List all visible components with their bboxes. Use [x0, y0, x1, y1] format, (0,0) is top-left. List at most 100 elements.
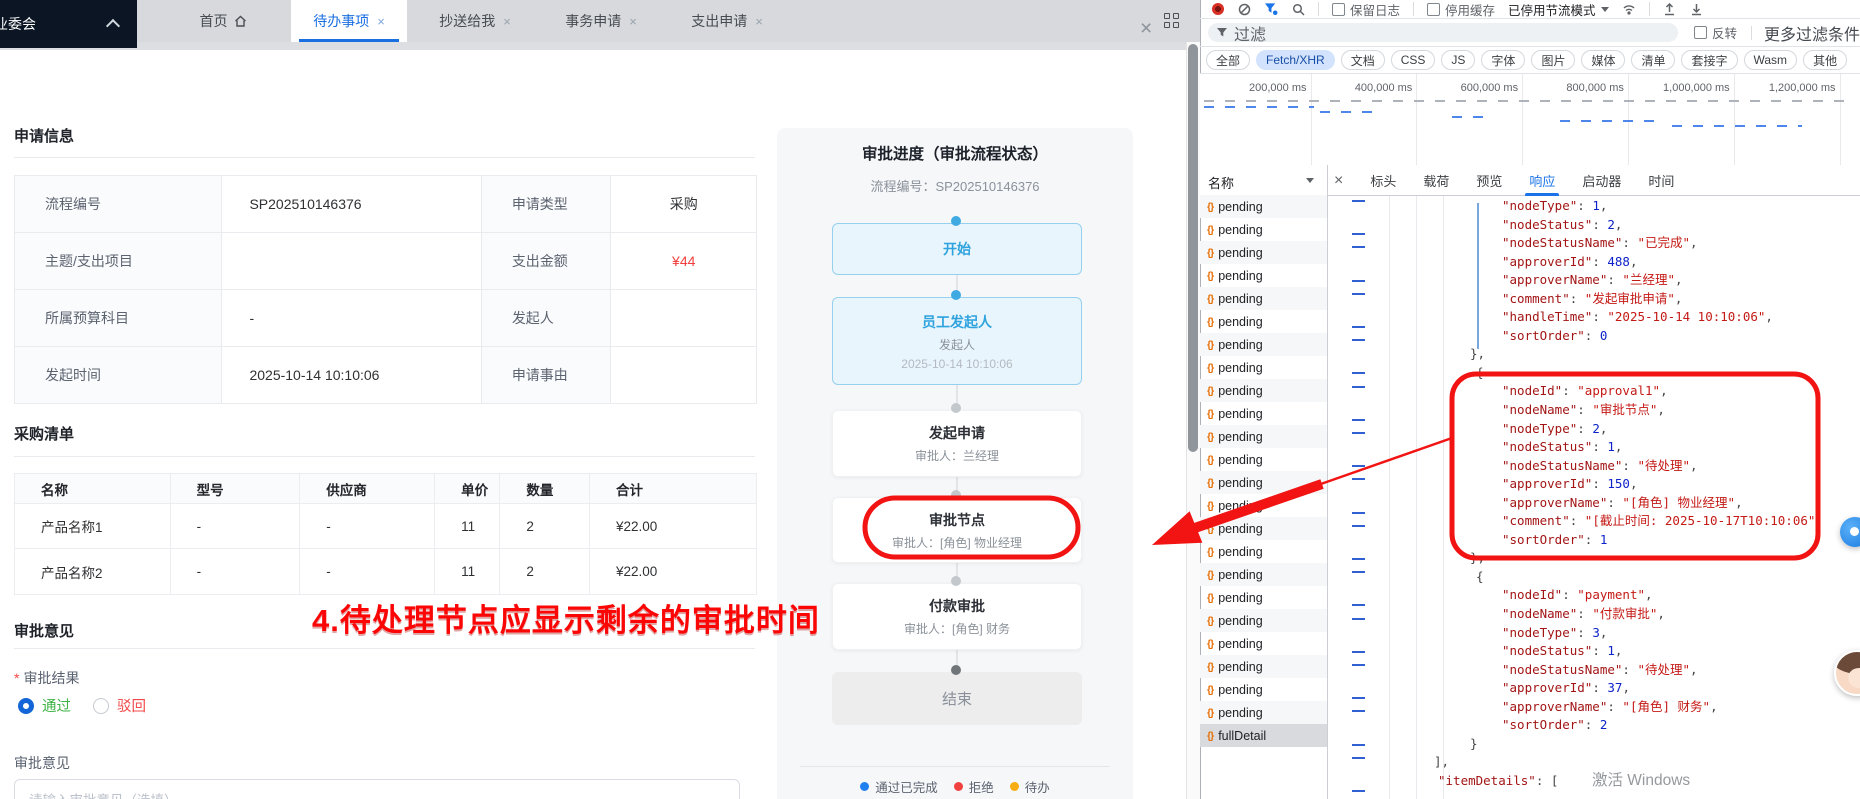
detail-tab-预览[interactable]: 预览: [1476, 165, 1502, 196]
detail-tab-标头[interactable]: 标头: [1370, 165, 1396, 196]
request-name: pending: [1218, 613, 1263, 628]
invert-checkbox[interactable]: 反转: [1693, 23, 1737, 42]
filter-chip-文档[interactable]: 文档: [1340, 50, 1385, 70]
tab-事务申请[interactable]: 事务申请 ×: [543, 0, 659, 42]
request-row-pending[interactable]: {} pending: [1200, 333, 1327, 356]
more-filters-button[interactable]: 更多过滤条件: [1764, 21, 1860, 45]
chevron-down-icon: [1600, 6, 1609, 12]
export-har-icon[interactable]: [1690, 2, 1704, 16]
filter-chip-其他[interactable]: 其他: [1803, 50, 1848, 70]
flow-node-审批节点[interactable]: 审批节点 审批人：[角色] 物业经理: [832, 497, 1082, 563]
tab-close-icon[interactable]: ×: [377, 14, 385, 29]
preserve-log-checkbox[interactable]: 保留日志: [1332, 0, 1400, 18]
comment-textarea[interactable]: 请输入审批意见（选填）: [14, 779, 740, 799]
json-line: "sortOrder": 0: [1502, 327, 1608, 343]
purchase-cell: ¥22.00: [616, 564, 658, 579]
json-line: "approverName": "[角色] 物业经理",: [1502, 494, 1743, 510]
filter-chip-Wasm[interactable]: Wasm: [1743, 50, 1798, 70]
search-icon[interactable]: [1291, 2, 1305, 16]
purchase-cell: -: [300, 504, 436, 549]
filter-chip-图片[interactable]: 图片: [1531, 50, 1576, 70]
response-json-view[interactable]: "nodeType": 1, "nodeStatus": 2, "nodeStatu…: [1430, 197, 1858, 791]
request-row-pending[interactable]: {} pending: [1200, 586, 1327, 609]
flow-node-结束[interactable]: 结束: [832, 672, 1082, 725]
tab-close-icon[interactable]: ×: [629, 14, 637, 29]
purchase-cell: 2: [500, 549, 590, 594]
purchase-cell: ¥22.00: [590, 504, 756, 549]
filter-chip-全部[interactable]: 全部: [1206, 50, 1251, 70]
filter-chip-Fetch/XHR[interactable]: Fetch/XHR: [1256, 50, 1335, 70]
request-row-pending[interactable]: {} pending: [1200, 310, 1327, 333]
flow-node-开始[interactable]: 开始: [832, 223, 1082, 275]
request-row-pending[interactable]: {} pending: [1200, 632, 1327, 655]
clear-icon[interactable]: [1237, 2, 1251, 16]
request-row-fullDetail[interactable]: {} fullDetail: [1200, 724, 1327, 747]
sidebar-header[interactable]: 业委会: [0, 0, 137, 48]
request-row-pending[interactable]: {} pending: [1200, 609, 1327, 632]
request-row-pending[interactable]: {} pending: [1200, 241, 1327, 264]
network-conditions-icon[interactable]: [1622, 2, 1636, 16]
filter-chip-JS[interactable]: JS: [1441, 50, 1476, 70]
filter-chip-CSS[interactable]: CSS: [1390, 50, 1436, 70]
network-overview-timeline[interactable]: 200,000 ms 400,000 ms 600,000 ms 800,000 ms…: [1200, 74, 1860, 166]
page-scrollbar-thumb[interactable]: [1188, 44, 1198, 452]
request-row-pending[interactable]: {} pending: [1200, 678, 1327, 701]
radio-option-驳回[interactable]: 驳回: [93, 695, 146, 716]
flow-node-员工发起人[interactable]: 员工发起人 发起人 2025-10-14 10:10:06: [832, 297, 1082, 385]
flow-node-title: 员工发起人: [922, 313, 992, 330]
apps-grid-icon[interactable]: [1164, 13, 1179, 28]
request-row-pending[interactable]: {} pending: [1200, 517, 1327, 540]
detail-tab-启动器[interactable]: 启动器: [1582, 165, 1621, 196]
name-column-header[interactable]: 名称: [1208, 173, 1234, 192]
request-row-pending[interactable]: {} pending: [1200, 471, 1327, 494]
json-request-icon: {}: [1207, 315, 1214, 328]
filter-funnel-icon[interactable]: [1264, 2, 1278, 16]
tab-抄送给我[interactable]: 抄送给我 ×: [417, 0, 533, 42]
gutter-dash: [1352, 524, 1365, 527]
request-row-pending[interactable]: {} pending: [1200, 425, 1327, 448]
request-row-pending[interactable]: {} pending: [1200, 448, 1327, 471]
request-row-pending[interactable]: {} pending: [1200, 540, 1327, 563]
detail-tab-响应[interactable]: 响应: [1525, 165, 1560, 196]
request-row-pending[interactable]: {} pending: [1200, 402, 1327, 425]
detail-tab-时间[interactable]: 时间: [1648, 165, 1674, 196]
filter-chip-媒体[interactable]: 媒体: [1581, 50, 1626, 70]
collapse-icon[interactable]: [105, 18, 121, 34]
divider: [14, 648, 755, 649]
request-row-pending[interactable]: {} pending: [1200, 195, 1327, 218]
tab-close-icon[interactable]: ×: [755, 14, 763, 29]
network-filter-input[interactable]: 过滤: [1208, 23, 1678, 44]
gutter-dash: [1352, 756, 1365, 759]
radio-option-通过[interactable]: 通过: [18, 695, 71, 716]
request-row-pending[interactable]: {} pending: [1200, 655, 1327, 678]
filter-chip-清单[interactable]: 清单: [1631, 50, 1676, 70]
close-detail-icon[interactable]: ×: [1334, 172, 1343, 190]
request-row-pending[interactable]: {} pending: [1200, 494, 1327, 517]
request-row-pending[interactable]: {} pending: [1200, 563, 1327, 586]
tab-首页[interactable]: 首页: [165, 0, 281, 42]
flow-node-付款审批[interactable]: 付款审批 审批人：[角色] 财务: [832, 583, 1082, 650]
filter-chip-字体[interactable]: 字体: [1481, 50, 1526, 70]
request-row-pending[interactable]: {} pending: [1200, 287, 1327, 310]
dialog-close-icon[interactable]: ×: [1140, 18, 1152, 39]
tab-支出申请[interactable]: 支出申请 ×: [669, 0, 785, 42]
filter-chip-套接字[interactable]: 套接字: [1681, 50, 1738, 70]
request-row-pending[interactable]: {} pending: [1200, 379, 1327, 402]
request-row-pending[interactable]: {} pending: [1200, 264, 1327, 287]
flow-node-dot: [951, 290, 961, 300]
request-row-pending[interactable]: {} pending: [1200, 218, 1327, 241]
request-name: pending: [1218, 383, 1263, 398]
json-line: "approverId": 150,: [1502, 476, 1638, 492]
tab-close-icon[interactable]: ×: [503, 14, 511, 29]
request-row-pending[interactable]: {} pending: [1200, 356, 1327, 379]
detail-tab-载荷[interactable]: 载荷: [1423, 165, 1449, 196]
section-title-apply-info: 申请信息: [14, 128, 75, 145]
throttle-select[interactable]: 已停用节流模式: [1508, 0, 1609, 18]
tab-待办事项[interactable]: 待办事项 ×: [291, 0, 407, 42]
request-row-pending[interactable]: {} pending: [1200, 701, 1327, 724]
disable-cache-checkbox[interactable]: 停用缓存: [1427, 0, 1495, 18]
json-line: {: [1476, 568, 1484, 584]
import-har-icon[interactable]: [1663, 2, 1677, 16]
flow-node-发起申请[interactable]: 发起申请 审批人：兰经理: [832, 410, 1082, 477]
record-icon[interactable]: [1212, 3, 1224, 15]
